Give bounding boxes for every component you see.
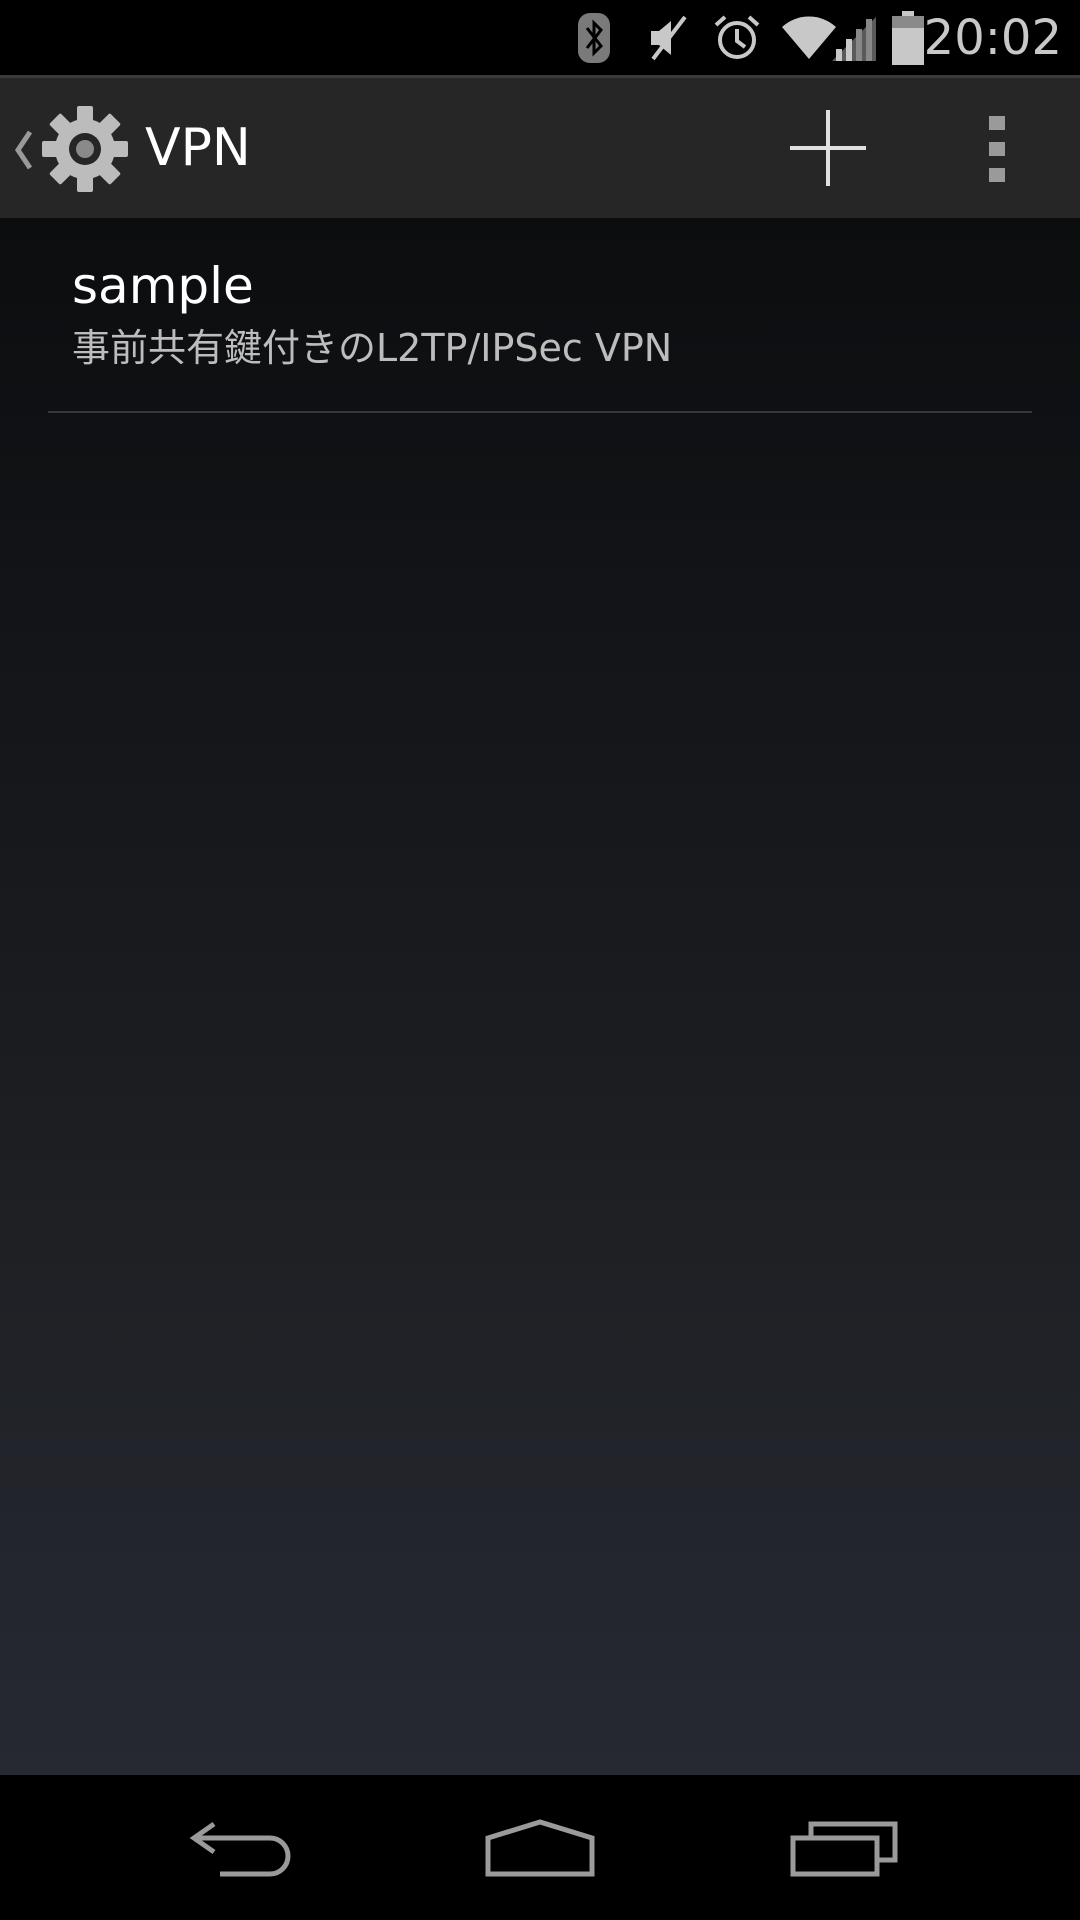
cell-signal-icon (832, 10, 876, 66)
back-button[interactable] (140, 1775, 340, 1920)
alarm-icon (712, 10, 762, 66)
overflow-menu-icon (989, 116, 1005, 182)
recents-button[interactable] (744, 1775, 944, 1920)
vpn-list-container: sample 事前共有鍵付きのL2TP/IPSec VPN (0, 218, 1080, 1775)
mute-icon (645, 10, 691, 66)
settings-gear-icon[interactable] (40, 104, 130, 198)
recents-icon (790, 1821, 898, 1876)
plus-icon (790, 110, 866, 186)
vpn-type: 事前共有鍵付きのL2TP/IPSec VPN (72, 326, 673, 370)
action-bar: VPN (0, 75, 1080, 218)
vpn-name: sample (72, 257, 254, 315)
navigation-bar (0, 1775, 1080, 1920)
chevron-left-icon[interactable] (12, 128, 34, 176)
status-clock: 20:02 (923, 10, 1062, 66)
list-divider (48, 411, 1032, 413)
bluetooth-icon (578, 10, 610, 66)
battery-icon (892, 10, 924, 66)
vpn-list-item[interactable]: sample 事前共有鍵付きのL2TP/IPSec VPN (48, 218, 1032, 412)
add-vpn-button[interactable] (790, 110, 866, 186)
page-title: VPN (145, 118, 251, 178)
more-options-button[interactable] (970, 116, 1024, 182)
home-icon (485, 1818, 595, 1876)
back-icon (189, 1821, 291, 1876)
status-bar: 20:02 (0, 0, 1080, 75)
home-button[interactable] (440, 1775, 640, 1920)
wifi-icon (780, 10, 838, 66)
